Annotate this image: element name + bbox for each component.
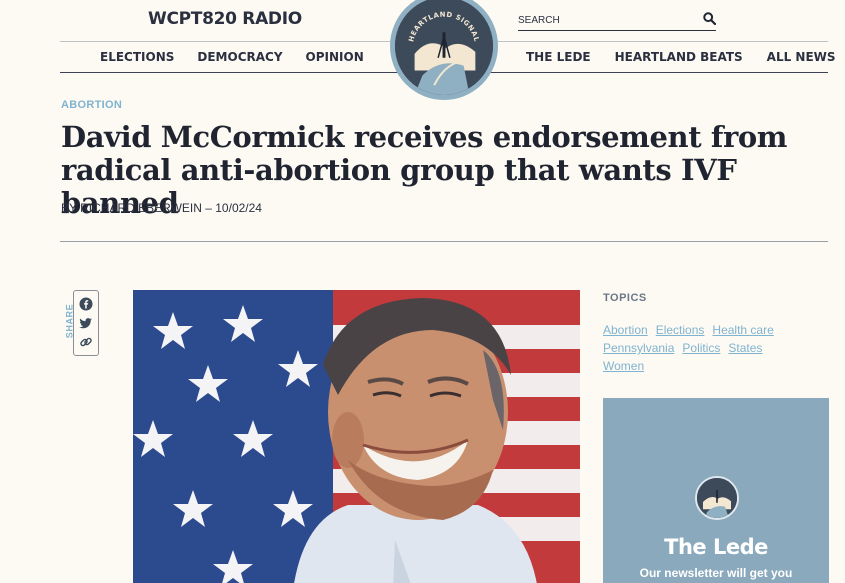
article-divider xyxy=(60,241,828,242)
promo-title: The Lede xyxy=(664,535,768,559)
promo-logo-icon xyxy=(695,476,739,520)
topic-link-states[interactable]: States xyxy=(728,341,762,355)
topic-link-politics[interactable]: Politics xyxy=(682,341,720,355)
nav-item-opinion[interactable]: OPINION xyxy=(306,50,364,64)
site-name[interactable]: WCPT820 RADIO xyxy=(148,9,302,29)
nav-item-all-news[interactable]: ALL NEWS xyxy=(767,50,836,64)
heartland-signal-logo[interactable]: HEARTLAND SIGNAL xyxy=(390,0,498,100)
nav-item-the-lede[interactable]: THE LEDE xyxy=(526,50,591,64)
nav-item-elections[interactable]: ELECTIONS xyxy=(100,50,174,64)
article-byline: BY RICHARD EBERWEIN – 10/02/24 xyxy=(61,201,262,215)
topic-link-health-care[interactable]: Health care xyxy=(712,323,773,337)
nav-item-heartland-beats[interactable]: HEARTLAND BEATS xyxy=(615,50,743,64)
primary-nav-left: ELECTIONS DEMOCRACY OPINION xyxy=(100,50,364,64)
article-category[interactable]: ABORTION xyxy=(61,99,122,111)
search-icon[interactable] xyxy=(703,11,717,30)
topic-link-abortion[interactable]: Abortion xyxy=(603,323,648,337)
twitter-icon[interactable] xyxy=(79,316,93,330)
search-bar[interactable] xyxy=(518,11,717,31)
topics-list: Abortion Elections Health care Pennsylvani… xyxy=(603,321,833,375)
topic-link-pennsylvania[interactable]: Pennsylvania xyxy=(603,341,674,355)
share-toolbar xyxy=(73,290,99,356)
search-input[interactable] xyxy=(518,15,688,26)
promo-text: Our newsletter will get you xyxy=(639,566,793,580)
link-icon[interactable] xyxy=(79,335,93,349)
article-hero-image xyxy=(133,290,580,583)
primary-nav-right: THE LEDE HEARTLAND BEATS ALL NEWS xyxy=(526,50,836,64)
nav-item-democracy[interactable]: DEMOCRACY xyxy=(197,50,282,64)
facebook-icon[interactable] xyxy=(79,297,93,311)
topic-link-women[interactable]: Women xyxy=(603,359,644,373)
topics-title: TOPICS xyxy=(603,292,647,304)
topic-link-elections[interactable]: Elections xyxy=(656,323,705,337)
newsletter-promo[interactable]: The Lede Our newsletter will get you xyxy=(603,398,829,583)
